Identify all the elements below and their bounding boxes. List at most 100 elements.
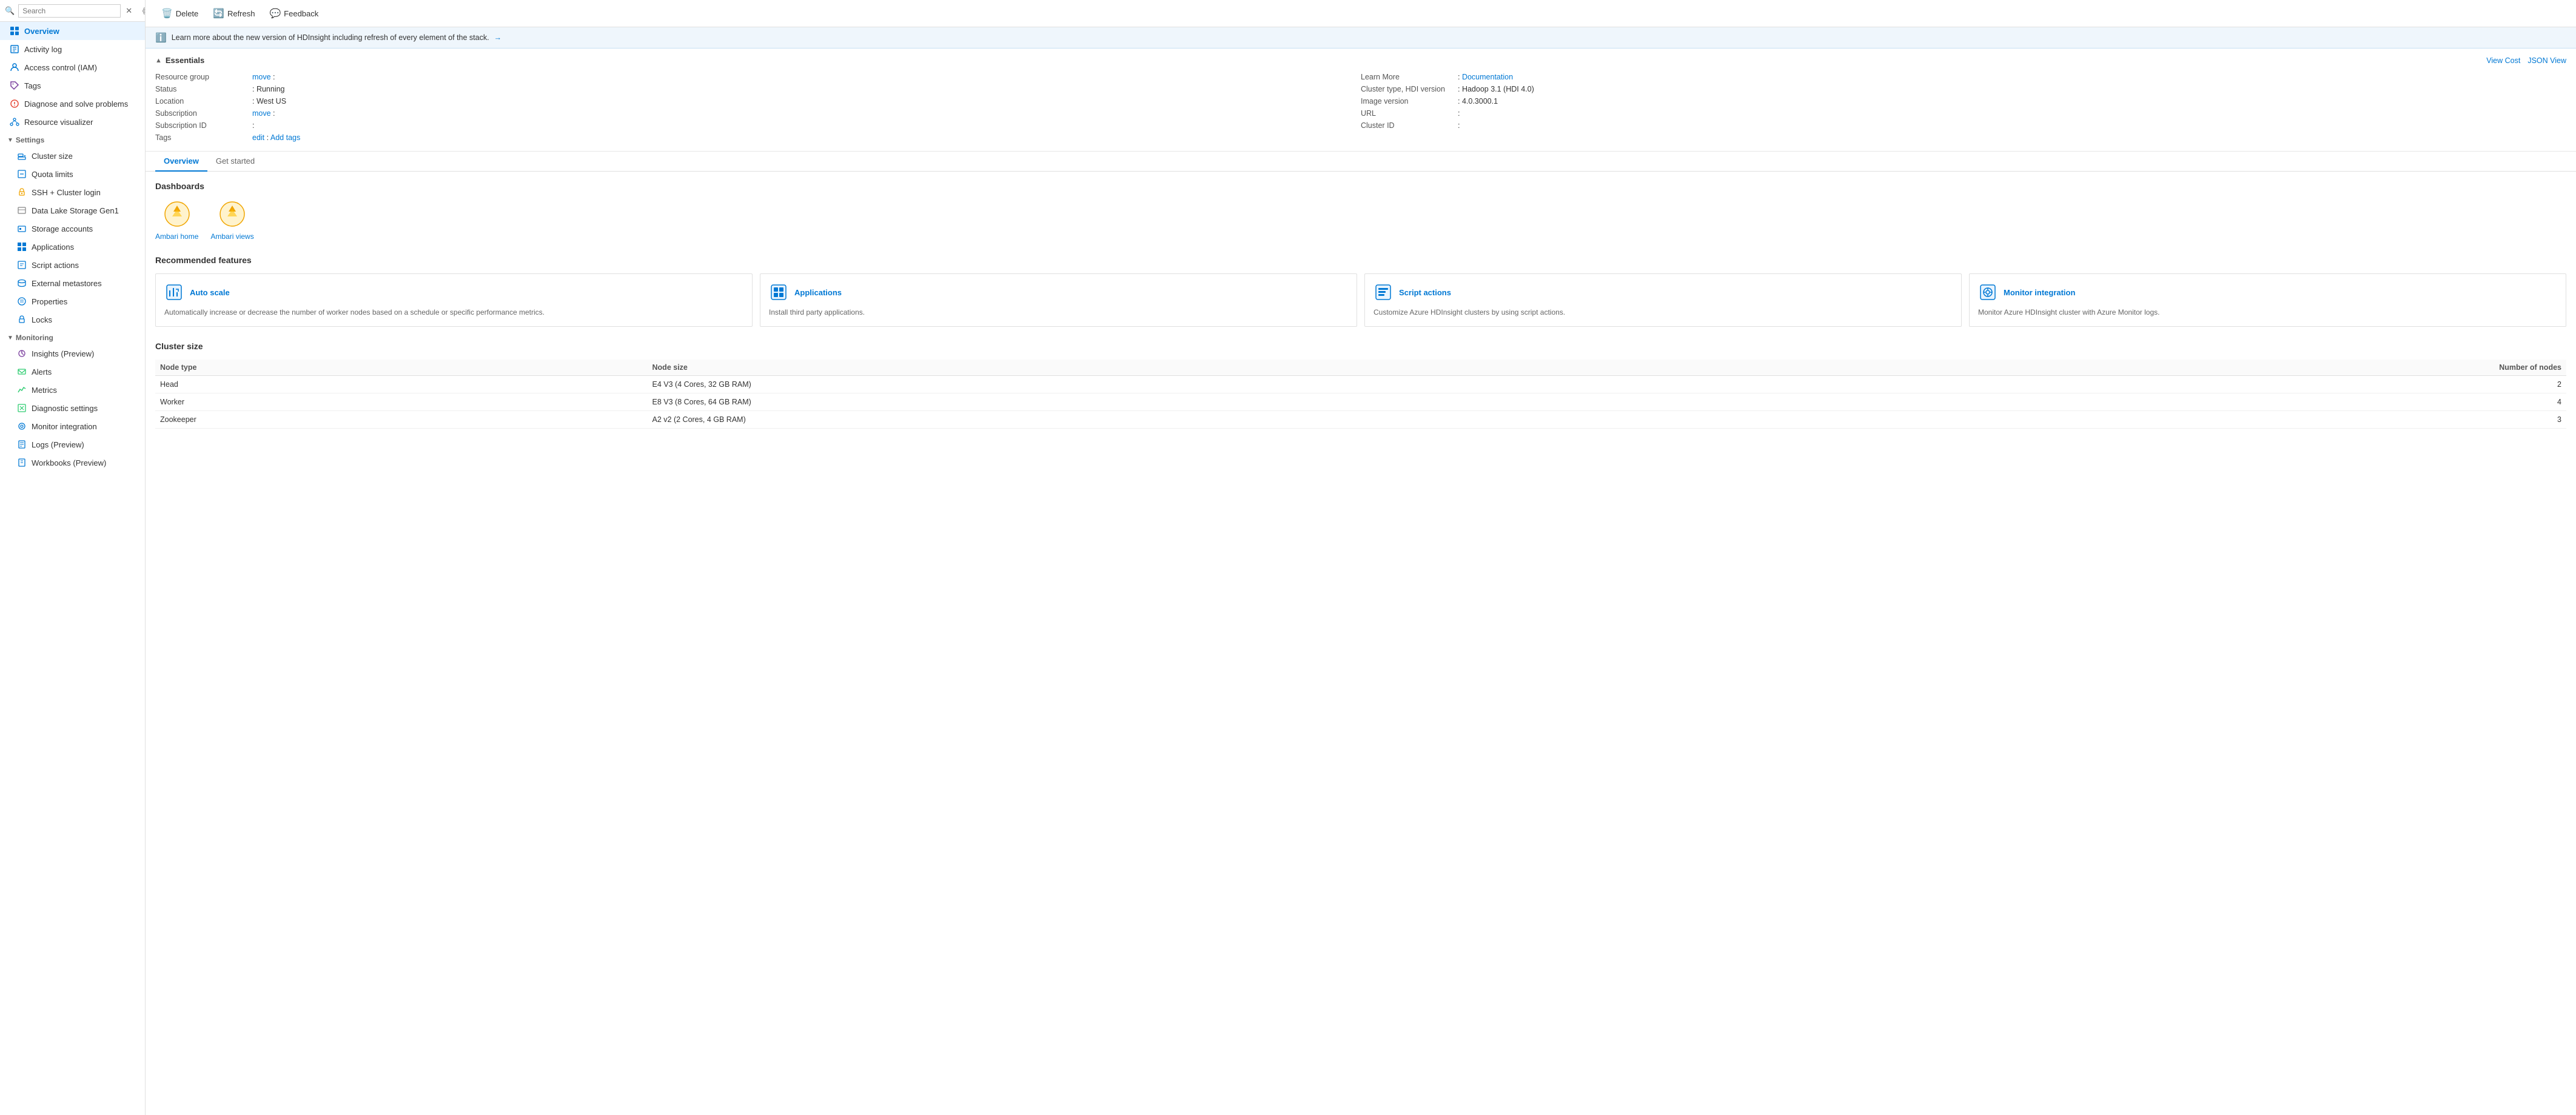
num-nodes-head: 2	[1802, 376, 2566, 393]
essentials-val: :	[1458, 121, 2566, 130]
sidebar-item-insights[interactable]: Insights (Preview)	[0, 344, 145, 363]
data-lake-icon	[17, 206, 27, 215]
sidebar-item-quota-limits[interactable]: Quota limits	[0, 165, 145, 183]
sidebar-item-script-actions[interactable]: Script actions	[0, 256, 145, 274]
sidebar-item-applications[interactable]: Applications	[0, 238, 145, 256]
main-content: 🗑️ Delete 🔄 Refresh 💬 Feedback ℹ️ Learn …	[146, 0, 2576, 1115]
sidebar-item-data-lake[interactable]: Data Lake Storage Gen1	[0, 201, 145, 219]
sidebar-item-label: Monitor integration	[32, 422, 97, 431]
ssh-icon	[17, 187, 27, 197]
chevron-down-icon: ▼	[7, 335, 13, 341]
sidebar-item-logs-preview[interactable]: Logs (Preview)	[0, 435, 145, 454]
edit-tags-link[interactable]: edit	[252, 133, 264, 142]
sidebar-item-external-metastores[interactable]: External metastores	[0, 274, 145, 292]
sidebar-item-activity-log[interactable]: Activity log	[0, 40, 145, 58]
settings-section-header[interactable]: ▼ Settings	[0, 131, 145, 147]
content-area: ℹ️ Learn more about the new version of H…	[146, 27, 2576, 1115]
sidebar-item-cluster-size[interactable]: Cluster size	[0, 147, 145, 165]
sidebar-item-label: Resource visualizer	[24, 118, 93, 127]
refresh-button[interactable]: 🔄 Refresh	[207, 5, 261, 22]
applications-icon	[17, 242, 27, 252]
sidebar-item-label: Quota limits	[32, 170, 73, 179]
essentials-val: :	[252, 121, 1361, 130]
sidebar-item-ssh[interactable]: SSH + Cluster login	[0, 183, 145, 201]
essentials-val: :	[1458, 109, 2566, 118]
sub-move-link[interactable]: move	[252, 109, 271, 118]
json-view-link[interactable]: JSON View	[2527, 56, 2566, 65]
sidebar-item-diagnose[interactable]: Diagnose and solve problems	[0, 95, 145, 113]
essentials-key: Cluster type, HDI version	[1361, 85, 1458, 93]
node-type-head: Head	[155, 376, 648, 393]
sidebar-item-locks[interactable]: Locks	[0, 310, 145, 329]
feature-card-header: Auto scale	[164, 283, 743, 302]
overview-icon	[10, 26, 19, 36]
feature-card-header: Monitor integration	[1978, 283, 2557, 302]
sidebar-item-label: Overview	[24, 27, 59, 36]
info-banner-link[interactable]: →	[494, 33, 502, 42]
essentials-row: Status : Running	[155, 83, 1361, 95]
sidebar-item-resource-visualizer[interactable]: Resource visualizer	[0, 113, 145, 131]
delete-label: Delete	[176, 9, 199, 18]
delete-button[interactable]: 🗑️ Delete	[155, 5, 204, 22]
essentials-row: Resource group move :	[155, 71, 1361, 83]
feedback-button[interactable]: 💬 Feedback	[263, 5, 324, 22]
sidebar-item-monitor-integration[interactable]: Monitor integration	[0, 417, 145, 435]
sidebar-item-tags[interactable]: Tags	[0, 76, 145, 95]
feedback-icon: 💬	[269, 8, 281, 19]
essentials-title: ▲ Essentials	[155, 56, 204, 65]
chevron-down-icon: ▼	[7, 137, 13, 144]
add-tags-link[interactable]: Add tags	[270, 133, 300, 142]
feature-desc: Customize Azure HDInsight clusters by us…	[1374, 307, 1953, 318]
feature-card-script-actions[interactable]: Script actions Customize Azure HDInsight…	[1364, 273, 1962, 327]
essentials-left: Resource group move : Status : Running L…	[155, 71, 1361, 144]
feature-card-auto-scale[interactable]: Auto scale Automatically increase or dec…	[155, 273, 753, 327]
toolbar: 🗑️ Delete 🔄 Refresh 💬 Feedback	[146, 0, 2576, 27]
search-input[interactable]	[18, 4, 121, 18]
tabs-bar: Overview Get started	[146, 152, 2576, 172]
feature-card-monitor-integration[interactable]: Monitor integration Monitor Azure HDInsi…	[1969, 273, 2566, 327]
essentials-key: Resource group	[155, 73, 252, 81]
essentials-val: : Documentation	[1458, 73, 2566, 81]
sidebar-item-label: Script actions	[32, 261, 79, 270]
monitor-card-icon	[1978, 283, 1997, 302]
settings-section-label: Settings	[16, 136, 44, 144]
feature-title: Auto scale	[190, 288, 230, 297]
sidebar-item-workbooks[interactable]: Workbooks (Preview)	[0, 454, 145, 472]
search-icon: 🔍	[5, 6, 15, 16]
sidebar-item-label: Activity log	[24, 45, 62, 54]
dashboards-title: Dashboards	[155, 181, 2566, 191]
recommended-title: Recommended features	[155, 255, 2566, 265]
info-icon: ℹ️	[155, 32, 167, 43]
sidebar-item-properties[interactable]: Properties	[0, 292, 145, 310]
sidebar-item-label: Workbooks (Preview)	[32, 458, 106, 467]
feature-desc: Monitor Azure HDInsight cluster with Azu…	[1978, 307, 2557, 318]
sidebar-item-alerts[interactable]: Alerts	[0, 363, 145, 381]
recommended-features: Recommended features	[155, 255, 2566, 327]
tab-overview[interactable]: Overview	[155, 152, 207, 172]
tab-get-started[interactable]: Get started	[207, 152, 263, 172]
num-nodes-worker: 4	[1802, 393, 2566, 411]
collapse-sidebar-button[interactable]: 《	[137, 4, 146, 18]
close-search-button[interactable]: ✕	[124, 5, 133, 17]
feedback-label: Feedback	[284, 9, 318, 18]
move-link[interactable]: move	[252, 73, 271, 81]
sidebar-item-overview[interactable]: Overview	[0, 22, 145, 40]
info-banner: ℹ️ Learn more about the new version of H…	[146, 27, 2576, 49]
sidebar-item-access-control[interactable]: Access control (IAM)	[0, 58, 145, 76]
diagnostic-icon	[17, 403, 27, 413]
search-bar: 🔍 ✕ 《	[0, 0, 145, 22]
dashboard-item-ambari-views[interactable]: Ambari views	[210, 199, 253, 241]
sidebar-item-metrics[interactable]: Metrics	[0, 381, 145, 399]
sidebar-item-diagnostic[interactable]: Diagnostic settings	[0, 399, 145, 417]
view-cost-link[interactable]: View Cost	[2486, 56, 2520, 65]
sidebar-item-label: Logs (Preview)	[32, 440, 84, 449]
sidebar-item-storage-accounts[interactable]: Storage accounts	[0, 219, 145, 238]
dashboard-item-ambari-home[interactable]: Ambari home	[155, 199, 198, 241]
sidebar-item-label: Locks	[32, 315, 52, 324]
quota-icon	[17, 169, 27, 179]
feature-card-applications[interactable]: Applications Install third party applica…	[760, 273, 1357, 327]
sidebar-item-label: Cluster size	[32, 152, 73, 161]
properties-icon	[17, 296, 27, 306]
monitoring-section-header[interactable]: ▼ Monitoring	[0, 329, 145, 344]
documentation-link[interactable]: Documentation	[1462, 73, 1513, 81]
